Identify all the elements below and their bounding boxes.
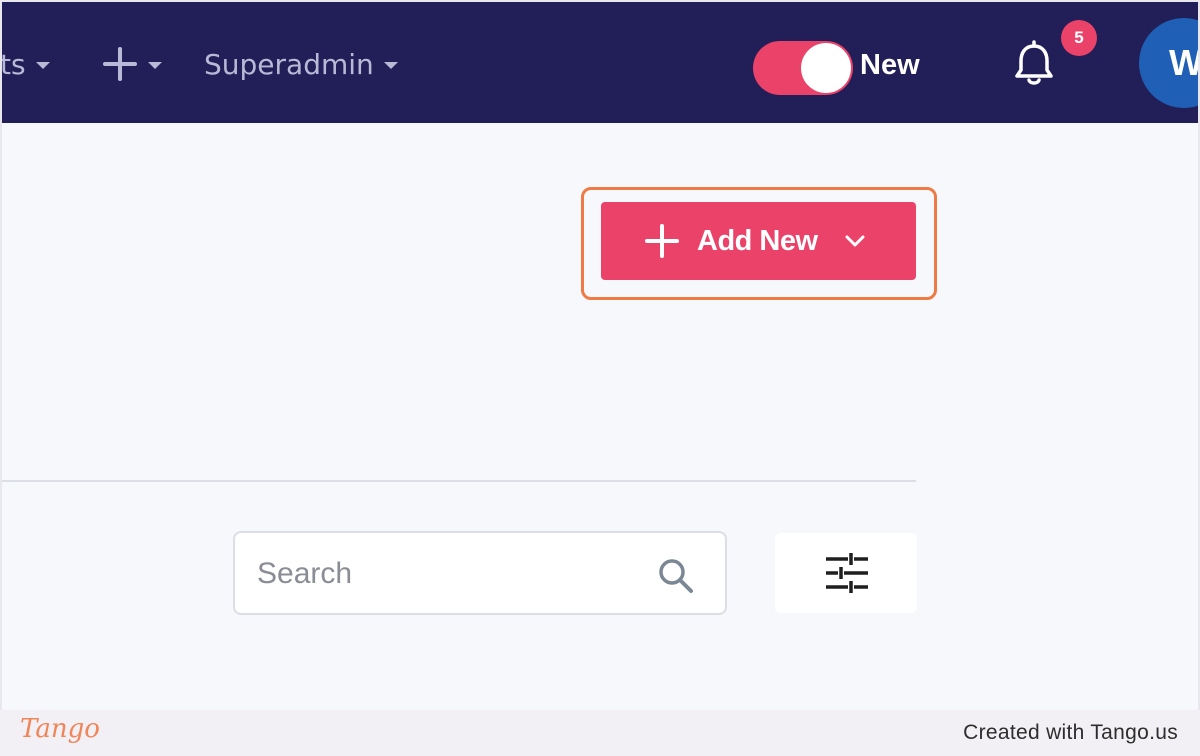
notification-count-badge: 5: [1061, 20, 1097, 56]
superadmin-menu[interactable]: Superadmin: [204, 42, 398, 86]
create-menu[interactable]: [102, 42, 162, 86]
top-navigation-bar: ts Superadmin New 5 W: [2, 2, 1198, 123]
caret-down-icon: [383, 62, 398, 69]
nav-menu-partial[interactable]: ts: [2, 42, 50, 86]
caret-down-icon: [148, 62, 162, 69]
tango-logo: Tango: [20, 714, 100, 744]
search-input[interactable]: [255, 551, 639, 597]
nav-menu-partial-label: ts: [2, 47, 26, 81]
filter-button[interactable]: [775, 533, 917, 613]
footer-credit: Created with Tango.us: [963, 721, 1178, 744]
add-new-label: Add New: [697, 224, 818, 257]
caret-down-icon: [35, 62, 50, 69]
app-window: ts Superadmin New 5 W Add New: [2, 2, 1198, 710]
new-ui-toggle[interactable]: [753, 41, 853, 95]
plus-icon: [102, 46, 138, 82]
notifications-bell-icon[interactable]: [1006, 36, 1062, 92]
user-avatar[interactable]: W: [1139, 18, 1198, 108]
toggle-knob: [801, 43, 851, 93]
search-icon[interactable]: [657, 557, 695, 595]
chevron-down-icon: [845, 235, 865, 247]
plus-icon: [645, 224, 679, 258]
footer-bar: Tango Created with Tango.us: [0, 710, 1200, 756]
section-divider: [2, 480, 916, 482]
sliders-icon: [826, 553, 868, 593]
search-box: [233, 531, 727, 615]
toggle-label: New: [860, 49, 920, 81]
add-new-button[interactable]: Add New: [601, 202, 916, 280]
superadmin-label: Superadmin: [204, 47, 374, 81]
